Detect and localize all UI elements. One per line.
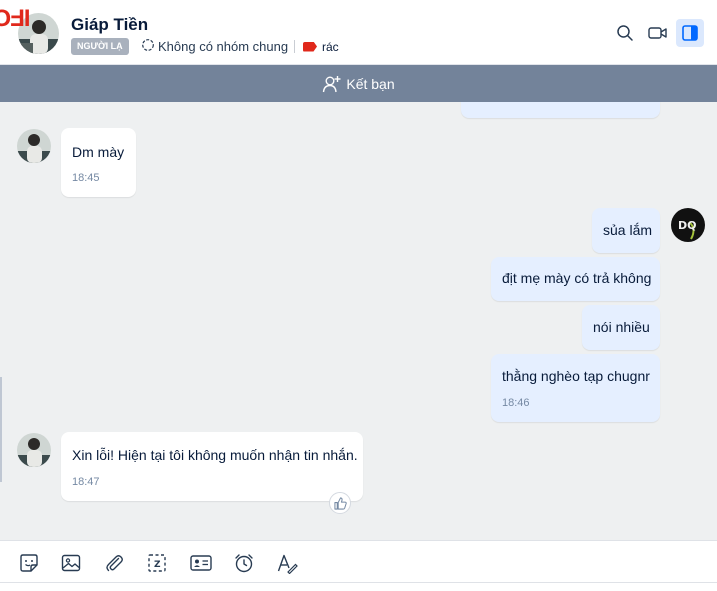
message-bubble[interactable]: địt mẹ mày có trả không (491, 257, 660, 301)
stranger-badge: NGƯỜI LẠ (71, 38, 129, 55)
message-bubble[interactable]: sủa lắm (592, 208, 660, 253)
self-avatar-initials: DQ (678, 219, 696, 232)
tag-label: rác (322, 39, 339, 54)
self-avatar[interactable]: DQ (671, 208, 705, 242)
group-icon (141, 38, 155, 55)
send-image-button[interactable] (59, 551, 83, 575)
add-user-icon (323, 75, 341, 92)
panel-icon (682, 25, 698, 41)
add-friend-button[interactable]: Kết bạn (0, 65, 717, 102)
sticker-icon (20, 554, 38, 572)
attach-file-button[interactable] (102, 551, 126, 575)
message-time: 18:46 (502, 397, 530, 409)
contact-name[interactable]: Giáp Tiền (71, 15, 148, 35)
watermark-text: IFO (0, 3, 31, 31)
contact-tag[interactable]: rác (303, 38, 339, 55)
previous-message-bubble[interactable] (461, 102, 660, 118)
message-text: sủa lắm (603, 222, 653, 238)
sender-avatar[interactable] (17, 433, 51, 467)
send-contact-button[interactable] (188, 551, 214, 575)
search-icon (617, 25, 633, 41)
conversation-info-toggle[interactable] (676, 19, 704, 47)
message-list[interactable]: Dm mày 18:45 DQ sủa lắm địt mẹ mày có tr… (0, 102, 717, 540)
composer-toolbar: Z (0, 540, 717, 583)
message-text: Dm mày (72, 144, 125, 160)
scroll-edge (0, 377, 2, 482)
reminder-icon (235, 554, 253, 573)
sticker-button[interactable] (17, 551, 41, 575)
tag-icon (303, 41, 317, 52)
react-button[interactable] (329, 492, 351, 514)
search-button[interactable] (611, 19, 639, 47)
message-text: Xin lỗi! Hiện tại tôi không muốn nhận ti… (72, 447, 358, 463)
message-bubble[interactable]: nói nhiều (582, 305, 660, 350)
attachment-icon (106, 555, 123, 572)
message-time: 18:47 (72, 476, 100, 488)
text-format-icon (277, 554, 298, 574)
screenshot-button[interactable]: Z (145, 551, 169, 575)
svg-text:Z: Z (154, 560, 161, 570)
text-format-button[interactable] (275, 551, 299, 575)
message-time: 18:45 (72, 172, 100, 184)
message-text: địt mẹ mày có trả không (502, 270, 652, 286)
header-divider (294, 40, 295, 53)
message-bubble[interactable]: Xin lỗi! Hiện tại tôi không muốn nhận ti… (61, 432, 363, 501)
reminder-button[interactable] (232, 551, 256, 575)
message-text: thằng nghèo tạp chugnr (502, 368, 650, 384)
video-camera-icon (648, 27, 667, 39)
image-icon (61, 554, 81, 572)
video-call-button[interactable] (644, 19, 672, 47)
contact-card-icon (190, 555, 212, 571)
thumbs-up-icon (333, 496, 347, 510)
sender-avatar[interactable] (17, 129, 51, 163)
common-groups-link[interactable]: Không có nhóm chung (141, 38, 288, 55)
message-bubble[interactable]: Dm mày 18:45 (61, 128, 136, 197)
common-groups-label: Không có nhóm chung (158, 39, 289, 54)
message-bubble[interactable]: thằng nghèo tạp chugnr 18:46 (491, 354, 660, 422)
screenshot-icon: Z (148, 554, 166, 572)
message-text: nói nhiều (593, 319, 650, 335)
chat-header: IFO Giáp Tiền NGƯỜI LẠ Không có nhóm chu… (0, 0, 717, 65)
add-friend-label: Kết bạn (346, 75, 395, 92)
